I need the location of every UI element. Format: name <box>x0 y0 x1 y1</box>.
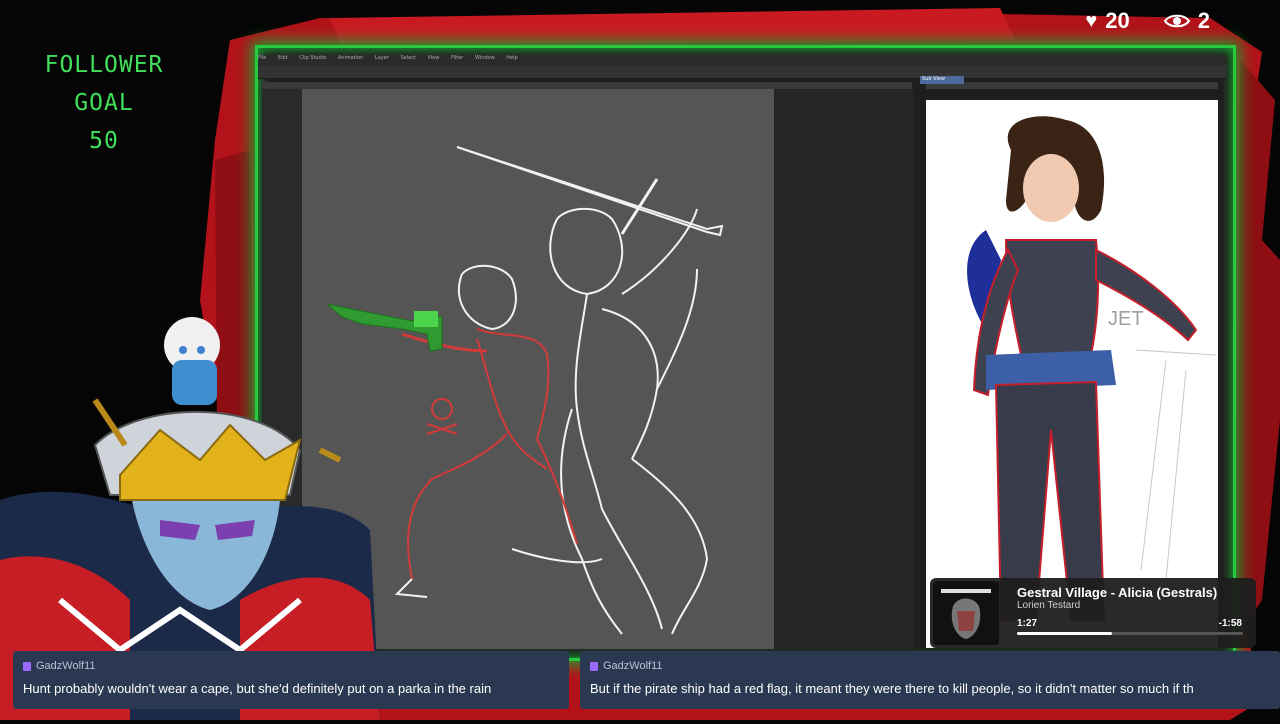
menu-item-window[interactable]: Window <box>475 55 495 61</box>
menu-item-clipstudio[interactable]: Clip Studio <box>299 55 326 61</box>
album-art <box>933 581 999 645</box>
follower-goal: FOLLOWER GOAL 50 <box>20 46 188 160</box>
chat-user: GadzWolf11 <box>590 660 663 672</box>
menu-item-file[interactable]: File <box>258 55 266 61</box>
track-progress-bar <box>1017 632 1243 635</box>
goal-line-1: FOLLOWER <box>44 52 164 78</box>
reference-label: JET <box>1108 308 1144 330</box>
chat-message: GadzWolf11 But if the pirate ship had a … <box>580 651 1280 709</box>
reference-panel: JET <box>926 100 1218 648</box>
toolbar[interactable] <box>258 66 1226 79</box>
menu-item-layer[interactable]: Layer <box>375 55 389 61</box>
menu-item-select[interactable]: Select <box>400 55 415 61</box>
now-playing-widget: Gestral Village - Alicia (Gestrals) Lori… <box>930 578 1256 648</box>
menu-item-animation[interactable]: Animation <box>338 55 364 61</box>
track-title: Gestral Village - Alicia (Gestrals) <box>1017 585 1218 600</box>
ruler-horizontal <box>262 82 912 89</box>
chat-text: Hunt probably wouldn't wear a cape, but … <box>23 681 492 696</box>
track-progress-fill <box>1017 632 1112 635</box>
menu-item-view[interactable]: View <box>427 55 439 61</box>
track-elapsed: 1:27 <box>1017 618 1038 629</box>
twitch-icon <box>590 661 598 671</box>
chat-username: GadzWolf11 <box>36 660 96 672</box>
likes-count: 20 <box>1105 8 1130 33</box>
chat-text: But if the pirate ship had a red flag, i… <box>590 681 1194 696</box>
chat-user: GadzWolf11 <box>23 660 96 672</box>
menu-item-filter[interactable]: Filter <box>451 55 463 61</box>
goal-line-2: GOAL <box>74 90 134 116</box>
goal-count: 50 <box>89 128 119 154</box>
stream-stats: ♥ 20 2 <box>1085 8 1210 34</box>
reference-tab[interactable]: Sub View <box>920 76 964 84</box>
viewer-count: 2 <box>1197 8 1210 33</box>
chat-username: GadzWolf11 <box>603 660 663 672</box>
twitch-icon <box>23 661 31 671</box>
track-artist: Lorien Testard <box>1017 600 1081 611</box>
album-art-image <box>933 581 999 645</box>
ruler-reference <box>926 82 1218 89</box>
heart-icon: ♥ <box>1085 9 1098 32</box>
eye-icon <box>1163 14 1190 28</box>
menu-item-edit[interactable]: Edit <box>278 55 288 61</box>
track-remaining: -1:58 <box>1218 618 1242 629</box>
chat-message: GadzWolf11 Hunt probably wouldn't wear a… <box>13 651 569 709</box>
menu-item-help[interactable]: Help <box>506 55 517 61</box>
reference-character: JET <box>967 116 1217 621</box>
canvas-background <box>774 89 914 649</box>
